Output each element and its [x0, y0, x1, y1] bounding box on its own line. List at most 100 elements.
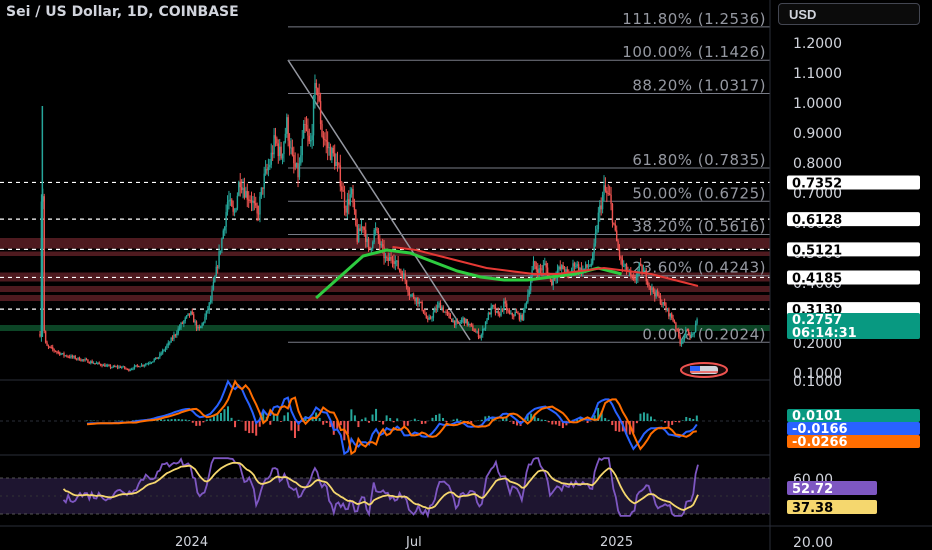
candle-body: [635, 277, 638, 281]
candle-body: [326, 141, 329, 149]
candle-body: [418, 301, 420, 304]
signal-value-tag: -0.0266: [787, 435, 920, 450]
macd-bar: [456, 418, 459, 421]
candle-body: [686, 329, 688, 331]
candle-body: [160, 353, 162, 355]
macd-bar: [695, 415, 698, 421]
candle-body: [239, 182, 241, 188]
macd-bar: [537, 418, 540, 421]
candle-body: [287, 117, 289, 141]
macd-bar: [604, 418, 607, 421]
candle-body: [552, 278, 554, 286]
candle-body: [122, 366, 124, 368]
candle-body: [672, 317, 674, 322]
x-tick-2025: 2025: [600, 535, 633, 550]
candle-body: [249, 199, 251, 201]
candle-body: [391, 259, 394, 261]
candle-body: [690, 334, 693, 338]
candle-body: [669, 313, 671, 317]
rsi-ma-value-tag: 37.38: [787, 500, 877, 516]
candle-body: [118, 366, 120, 368]
chart-canvas[interactable]: 111.80% (1.2536) 100.00% (1.1426) 88.20% (…: [0, 0, 932, 550]
macd-bar: [442, 417, 445, 421]
candle-body: [74, 356, 76, 359]
candle-body: [308, 135, 311, 142]
level-tag-text: 0.6128: [792, 213, 842, 228]
candle-body: [350, 188, 353, 195]
candle-body: [271, 152, 274, 155]
macd-bar: [230, 417, 233, 421]
candle-body: [315, 83, 318, 89]
candle-body: [676, 328, 679, 330]
candle-body: [648, 284, 650, 286]
candle-body: [479, 337, 481, 339]
flag-icon[interactable]: [680, 362, 728, 378]
candle-body: [649, 285, 652, 291]
candle-body: [655, 290, 657, 297]
candle-body: [455, 321, 457, 326]
candle-body: [125, 368, 127, 370]
fib-label: 88.20% (1.0317): [632, 76, 766, 94]
candle-body: [256, 205, 258, 214]
candle-body: [218, 251, 220, 268]
candle-body: [610, 194, 612, 205]
candle-body: [105, 365, 107, 367]
candle-body: [273, 135, 275, 155]
candle-body: [283, 142, 285, 155]
candle-body: [412, 294, 415, 299]
candle-body: [659, 295, 662, 304]
candle-body: [132, 368, 134, 370]
candle-body: [91, 361, 93, 364]
candle-body: [494, 307, 497, 313]
candle-body: [115, 366, 117, 368]
candle-body: [57, 351, 60, 353]
candle-body: [589, 265, 591, 267]
candle-body: [167, 342, 170, 346]
candle-body: [460, 319, 463, 323]
candle-body: [128, 369, 130, 371]
candle-body: [403, 273, 405, 279]
macd-bar: [195, 421, 198, 426]
candle-body: [465, 319, 467, 324]
candle-body: [374, 228, 377, 230]
candle-body: [472, 325, 474, 331]
chart-title: Sei / US Dollar, 1D, COINBASE: [6, 4, 239, 20]
currency-button[interactable]: USD: [778, 3, 920, 25]
candle-body: [314, 83, 316, 100]
candle-body: [43, 196, 45, 332]
candle-body: [59, 352, 61, 355]
candle-body: [467, 323, 470, 325]
candle-body: [352, 188, 354, 203]
candle-body: [442, 307, 444, 313]
candle-body: [202, 322, 205, 324]
candle-body: [656, 290, 659, 296]
candle-body: [408, 292, 411, 296]
macd-bar: [452, 419, 455, 421]
candle-body: [387, 257, 389, 261]
macd-bar: [368, 421, 370, 423]
candle-body: [473, 330, 475, 332]
macd-bar: [445, 421, 448, 423]
candle-body: [504, 301, 506, 304]
candle-body: [634, 279, 636, 281]
candle-body: [284, 133, 287, 143]
candle-body: [180, 322, 182, 328]
candle-body: [152, 361, 154, 363]
candle-body: [614, 224, 616, 231]
candle-body: [209, 299, 212, 303]
candle-body: [608, 193, 611, 195]
candle-body: [553, 278, 556, 280]
candle-body: [462, 317, 464, 320]
candle-body: [513, 315, 515, 317]
candle-body: [231, 199, 233, 207]
candle-body: [146, 363, 148, 365]
candle-body: [145, 364, 147, 366]
candle-body: [262, 187, 264, 189]
macd-bar: [251, 421, 254, 434]
candle-body: [396, 260, 398, 262]
macd-bar: [360, 419, 363, 421]
candle-body: [68, 356, 71, 358]
candle-body: [185, 315, 188, 318]
rsi-axis-tick-20: 20.00: [793, 535, 833, 550]
candle-body: [661, 303, 663, 305]
